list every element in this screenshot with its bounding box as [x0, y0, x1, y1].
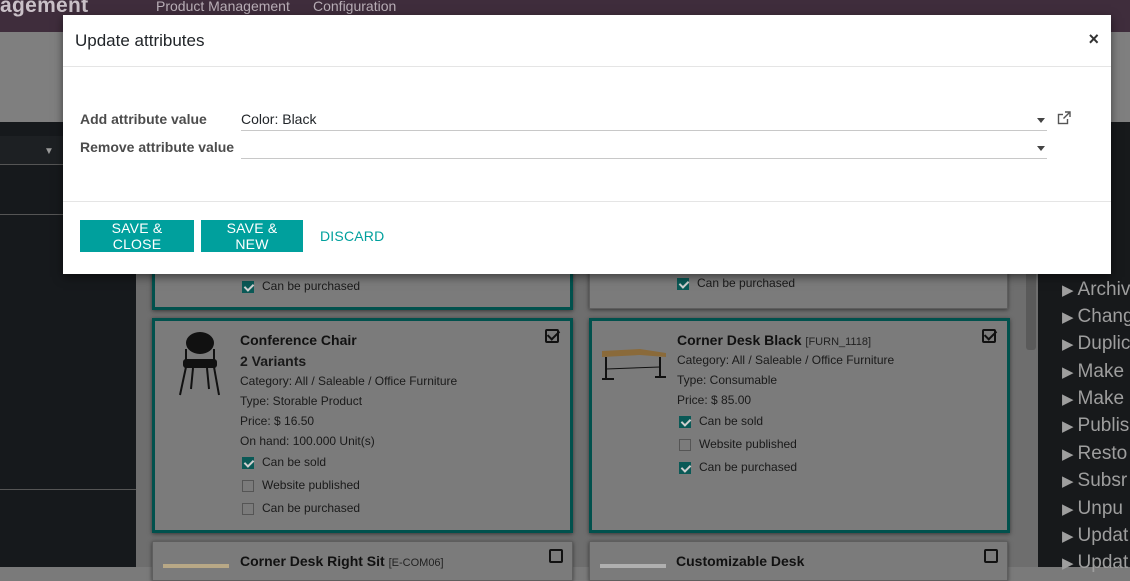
update-attributes-dialog: Update attributes × Add attribute value …	[63, 15, 1111, 274]
triangle-right-icon: ▶	[1062, 309, 1074, 326]
triangle-right-icon: ▶	[1062, 528, 1074, 545]
triangle-right-icon: ▶	[1062, 336, 1074, 353]
action-item[interactable]: ▶ Resto	[1062, 443, 1127, 465]
triangle-right-icon: ▶	[1062, 501, 1074, 518]
product-on-hand: On hand: 100.000 Unit(s)	[240, 434, 375, 448]
action-item[interactable]: ▶ Duplic	[1062, 333, 1130, 355]
action-item[interactable]: ▶ Subsr	[1062, 470, 1127, 492]
checkbox-can-be-purchased[interactable]	[679, 462, 691, 474]
check-label: Website published	[699, 437, 797, 451]
product-title[interactable]: Conference Chair	[240, 332, 357, 348]
action-item[interactable]: ▶ Make	[1062, 361, 1124, 383]
menu-product-management[interactable]: Product Management	[156, 0, 290, 14]
check-label: Can be purchased	[697, 276, 796, 290]
product-card-corner-desk-right-sit[interactable]: Corner Desk Right Sit [E-COM06]	[152, 541, 573, 581]
remove-attribute-value-label: Remove attribute value	[80, 139, 235, 155]
check-label: Can be purchased	[262, 279, 361, 293]
dialog-header: Update attributes ×	[63, 15, 1111, 67]
checkbox-website-published[interactable]	[242, 480, 254, 492]
close-button[interactable]: ×	[1088, 29, 1099, 50]
triangle-right-icon: ▶	[1062, 391, 1074, 408]
divider	[0, 489, 136, 490]
scrollbar[interactable]	[1026, 270, 1036, 350]
select-checkbox[interactable]	[549, 549, 563, 563]
product-type: Type: Storable Product	[240, 394, 363, 408]
add-attribute-value-label: Add attribute value	[80, 111, 207, 127]
product-category: Category: All / Saleable / Office Furnit…	[677, 353, 895, 367]
chevron-down-icon[interactable]: ▼	[44, 146, 54, 157]
check-label: Can be purchased	[699, 460, 798, 474]
checkbox-can-be-purchased[interactable]	[242, 281, 254, 293]
action-item[interactable]: ▶ Chang	[1062, 306, 1130, 328]
check-label: Can be sold	[262, 455, 327, 469]
triangle-right-icon: ▶	[1062, 473, 1074, 490]
action-item[interactable]: ▶ Unpu	[1062, 498, 1123, 520]
product-reference: [E-COM06]	[388, 557, 444, 569]
product-price: Price: $ 85.00	[677, 393, 752, 407]
dialog-title: Update attributes	[75, 31, 205, 50]
check-label: Can be purchased	[262, 501, 361, 515]
triangle-right-icon: ▶	[1062, 555, 1074, 572]
action-item[interactable]: ▶ Make	[1062, 388, 1124, 410]
triangle-right-icon: ▶	[1062, 282, 1074, 299]
desk-image	[163, 564, 229, 568]
checkbox-website-published[interactable]	[679, 439, 691, 451]
product-price: Price: $ 16.50	[240, 414, 315, 428]
external-link-icon[interactable]	[1057, 111, 1071, 125]
chevron-down-icon[interactable]	[1037, 146, 1045, 151]
product-card-conference-chair[interactable]: Conference Chair 2 Variants Category: Al…	[152, 318, 573, 533]
desk-image	[600, 564, 666, 568]
action-item[interactable]: ▶ Publis	[1062, 415, 1129, 437]
check-label: Can be sold	[699, 414, 764, 428]
triangle-right-icon: ▶	[1062, 446, 1074, 463]
desk-image	[602, 349, 666, 380]
remove-attribute-value-input[interactable]	[241, 136, 1047, 159]
product-card-customizable-desk[interactable]: Customizable Desk	[589, 541, 1008, 581]
add-attribute-value-input[interactable]	[241, 108, 1047, 131]
triangle-right-icon: ▶	[1062, 418, 1074, 435]
checkbox-can-be-sold[interactable]	[242, 457, 254, 469]
discard-button[interactable]: DISCARD	[320, 228, 384, 244]
menu-configuration[interactable]: Configuration	[313, 0, 396, 14]
checkbox-can-be-purchased[interactable]	[242, 503, 254, 515]
checkbox-can-be-sold[interactable]	[679, 416, 691, 428]
product-title[interactable]: Corner Desk Black [FURN_1118]	[677, 332, 871, 348]
checkbox-can-be-purchased[interactable]	[677, 278, 689, 290]
save-close-button[interactable]: SAVE & CLOSE	[80, 220, 194, 252]
check-label: Website published	[262, 478, 360, 492]
dialog-footer: SAVE & CLOSE SAVE & NEW DISCARD	[63, 201, 1111, 275]
product-reference: [FURN_1118]	[805, 336, 872, 348]
triangle-right-icon: ▶	[1062, 364, 1074, 381]
save-new-button[interactable]: SAVE & NEW	[201, 220, 303, 252]
variants-count: 2 Variants	[240, 353, 307, 369]
product-card-corner-desk-black[interactable]: Corner Desk Black [FURN_1118] Category: …	[589, 318, 1010, 533]
select-checkbox[interactable]	[984, 549, 998, 563]
action-item[interactable]: ▶ Updat	[1062, 525, 1128, 547]
product-type: Type: Consumable	[677, 373, 778, 387]
select-checkbox[interactable]	[982, 329, 996, 343]
product-category: Category: All / Saleable / Office Furnit…	[240, 374, 458, 388]
action-item[interactable]: ▶ Updat	[1062, 552, 1128, 574]
select-checkbox[interactable]	[545, 329, 559, 343]
action-item[interactable]: ▶ Archiv	[1062, 279, 1130, 301]
chair-image	[179, 332, 220, 396]
chevron-down-icon[interactable]	[1037, 118, 1045, 123]
